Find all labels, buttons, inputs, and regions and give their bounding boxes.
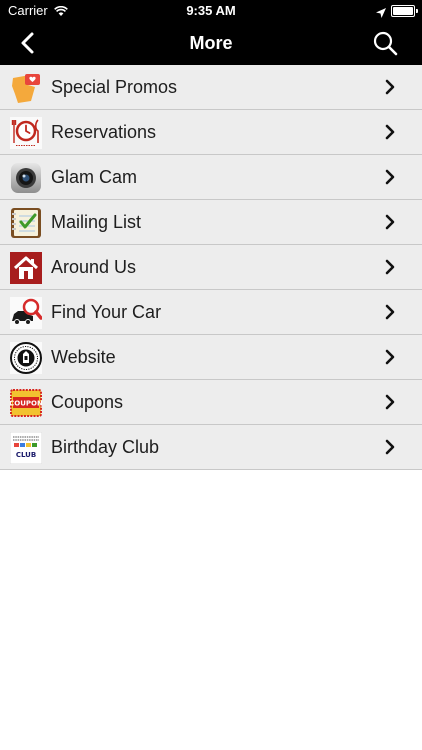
location-arrow-icon xyxy=(376,5,386,23)
chevron-right-icon xyxy=(385,394,395,410)
menu-item-reservations[interactable]: Reservations xyxy=(0,110,422,155)
menu-item-coupons[interactable]: COUPON Coupons xyxy=(0,380,422,425)
menu-item-special-promos[interactable]: Special Promos xyxy=(0,65,422,110)
menu-item-label: Glam Cam xyxy=(51,167,138,187)
coupon-badge-text: COUPON xyxy=(10,400,42,408)
chevron-right-icon xyxy=(385,349,395,365)
reservations-icon xyxy=(10,117,42,149)
menu-item-label: Reservations xyxy=(51,122,157,142)
chevron-right-icon xyxy=(385,79,395,95)
status-time: 9:35 AM xyxy=(186,3,236,18)
birthday-club-icon: CLUB xyxy=(9,431,43,465)
birthday-badge-text: CLUB xyxy=(16,451,36,459)
chevron-right-icon xyxy=(385,169,395,185)
find-car-icon xyxy=(10,297,43,329)
menu-item-label: Mailing List xyxy=(51,212,142,232)
menu-item-label: Coupons xyxy=(51,392,124,412)
chevron-right-icon xyxy=(385,214,395,230)
coupons-icon: COUPON xyxy=(9,387,43,419)
chevron-right-icon xyxy=(385,259,395,275)
chevron-right-icon xyxy=(385,304,395,320)
search-button[interactable] xyxy=(372,30,398,56)
search-icon xyxy=(373,31,398,56)
battery-icon xyxy=(391,5,418,17)
menu-item-find-your-car[interactable]: Find Your Car xyxy=(0,290,422,335)
menu-item-website[interactable]: Website xyxy=(0,335,422,380)
top-bar: Carrier 9:35 AM More xyxy=(0,0,422,65)
menu-item-birthday-club[interactable]: CLUB Birthday Club xyxy=(0,425,422,470)
chevron-right-icon xyxy=(385,439,395,455)
nav-bar: More xyxy=(0,22,422,65)
special-promos-icon xyxy=(10,72,42,104)
menu-item-around-us[interactable]: Around Us xyxy=(0,245,422,290)
camera-icon xyxy=(10,162,42,194)
menu-list: Special Promos Reservations Glam Cam Mai… xyxy=(0,65,422,470)
menu-item-label: Special Promos xyxy=(51,77,178,97)
menu-item-glam-cam[interactable]: Glam Cam xyxy=(0,155,422,200)
menu-item-label: Website xyxy=(51,347,116,367)
menu-item-label: Birthday Club xyxy=(51,437,160,457)
mailing-list-icon xyxy=(10,207,42,239)
chevron-right-icon xyxy=(385,124,395,140)
home-icon xyxy=(10,252,42,284)
page-title: More xyxy=(189,33,233,53)
menu-item-label: Around Us xyxy=(51,257,137,277)
website-icon xyxy=(10,342,42,374)
menu-item-label: Find Your Car xyxy=(51,302,162,322)
menu-item-mailing-list[interactable]: Mailing List xyxy=(0,200,422,245)
status-bar: Carrier 9:35 AM xyxy=(0,0,422,22)
